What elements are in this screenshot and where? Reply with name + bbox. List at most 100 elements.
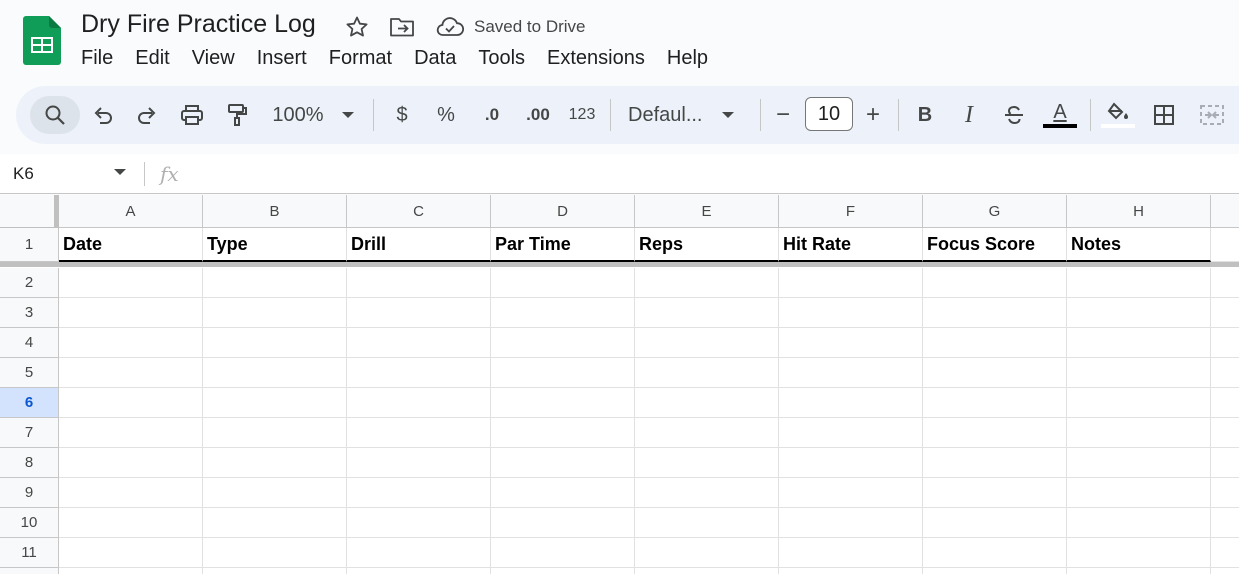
cloud-saved-icon[interactable] (436, 14, 464, 40)
cell[interactable] (59, 328, 203, 358)
column-header-d[interactable]: D (491, 195, 635, 228)
cell[interactable] (635, 358, 779, 388)
cell[interactable] (923, 508, 1067, 538)
cell[interactable] (347, 328, 491, 358)
cell[interactable] (347, 298, 491, 328)
row-header-8[interactable]: 8 (0, 448, 59, 478)
cell[interactable] (491, 478, 635, 508)
cell[interactable] (59, 298, 203, 328)
cell[interactable] (779, 328, 923, 358)
row-header-9[interactable]: 9 (0, 478, 59, 508)
cell[interactable] (923, 388, 1067, 418)
cell[interactable] (923, 298, 1067, 328)
header-cell-d[interactable]: Par Time (491, 228, 635, 262)
cell[interactable] (923, 328, 1067, 358)
cell[interactable] (491, 388, 635, 418)
row-header-4[interactable]: 4 (0, 328, 59, 358)
header-cell-b[interactable]: Type (203, 228, 347, 262)
cell[interactable] (1211, 568, 1239, 574)
cell[interactable] (203, 508, 347, 538)
cell[interactable] (1067, 358, 1211, 388)
cell[interactable] (1067, 508, 1211, 538)
cell[interactable] (1211, 418, 1239, 448)
cell[interactable] (59, 388, 203, 418)
currency-format-button[interactable]: $ (390, 96, 414, 134)
cell[interactable] (1211, 228, 1239, 262)
cell[interactable] (1211, 268, 1239, 298)
column-header-c[interactable]: C (347, 195, 491, 228)
row-header-5[interactable]: 5 (0, 358, 59, 388)
zoom-select[interactable]: 100% (268, 96, 358, 134)
cell[interactable] (347, 538, 491, 568)
cell[interactable] (59, 538, 203, 568)
font-size-input[interactable]: 10 (805, 97, 853, 131)
row-header-7[interactable]: 7 (0, 418, 59, 448)
menu-insert[interactable]: Insert (246, 44, 318, 72)
more-formats-button[interactable]: 123 (566, 96, 598, 134)
column-header-b[interactable]: B (203, 195, 347, 228)
cell[interactable] (491, 328, 635, 358)
menu-data[interactable]: Data (403, 44, 467, 72)
header-cell-c[interactable]: Drill (347, 228, 491, 262)
row-header-12[interactable]: 12 (0, 568, 59, 574)
cell[interactable] (1067, 568, 1211, 574)
increase-decimal-button[interactable]: .00 (520, 96, 556, 134)
cell[interactable] (1211, 538, 1239, 568)
column-header-i[interactable] (1211, 195, 1239, 228)
cell[interactable] (1067, 268, 1211, 298)
cell[interactable] (1211, 298, 1239, 328)
strikethrough-button[interactable] (1002, 96, 1026, 134)
cell[interactable] (635, 448, 779, 478)
cell[interactable] (779, 298, 923, 328)
italic-button[interactable]: I (958, 96, 980, 134)
cell[interactable] (59, 508, 203, 538)
cell[interactable] (1211, 478, 1239, 508)
cell[interactable] (203, 298, 347, 328)
cell[interactable] (1067, 538, 1211, 568)
cell[interactable] (491, 538, 635, 568)
cell[interactable] (59, 478, 203, 508)
cell[interactable] (203, 358, 347, 388)
cell[interactable] (59, 268, 203, 298)
cell[interactable] (203, 568, 347, 574)
cell[interactable] (635, 508, 779, 538)
cell[interactable] (635, 478, 779, 508)
cell[interactable] (59, 568, 203, 574)
cell[interactable] (1211, 358, 1239, 388)
cell[interactable] (1067, 478, 1211, 508)
cell[interactable] (1211, 388, 1239, 418)
cell[interactable] (491, 568, 635, 574)
cell[interactable] (203, 538, 347, 568)
column-header-a[interactable]: A (59, 195, 203, 228)
cell[interactable] (635, 298, 779, 328)
cell[interactable] (347, 478, 491, 508)
move-folder-icon[interactable] (389, 14, 415, 40)
cell[interactable] (1067, 328, 1211, 358)
cell[interactable] (1211, 328, 1239, 358)
cell[interactable] (1211, 508, 1239, 538)
paint-format-button[interactable] (224, 96, 250, 134)
cell[interactable] (347, 388, 491, 418)
row-header-10[interactable]: 10 (0, 508, 59, 538)
cell[interactable] (491, 298, 635, 328)
cell[interactable] (1067, 448, 1211, 478)
row-header-3[interactable]: 3 (0, 298, 59, 328)
redo-button[interactable] (134, 96, 160, 134)
header-cell-e[interactable]: Reps (635, 228, 779, 262)
sheets-logo-icon[interactable] (23, 16, 61, 65)
menu-file[interactable]: File (70, 44, 124, 72)
cell[interactable] (779, 358, 923, 388)
cell[interactable] (635, 418, 779, 448)
cell[interactable] (203, 388, 347, 418)
cell[interactable] (491, 268, 635, 298)
cell[interactable] (923, 418, 1067, 448)
cell[interactable] (779, 268, 923, 298)
chevron-down-icon[interactable] (114, 168, 126, 176)
cell[interactable] (779, 478, 923, 508)
column-header-h[interactable]: H (1067, 195, 1211, 228)
menu-extensions[interactable]: Extensions (536, 44, 656, 72)
cell[interactable] (923, 478, 1067, 508)
name-box[interactable]: K6 (13, 164, 34, 184)
font-select[interactable]: Defaul... (628, 96, 744, 134)
cell[interactable] (347, 358, 491, 388)
